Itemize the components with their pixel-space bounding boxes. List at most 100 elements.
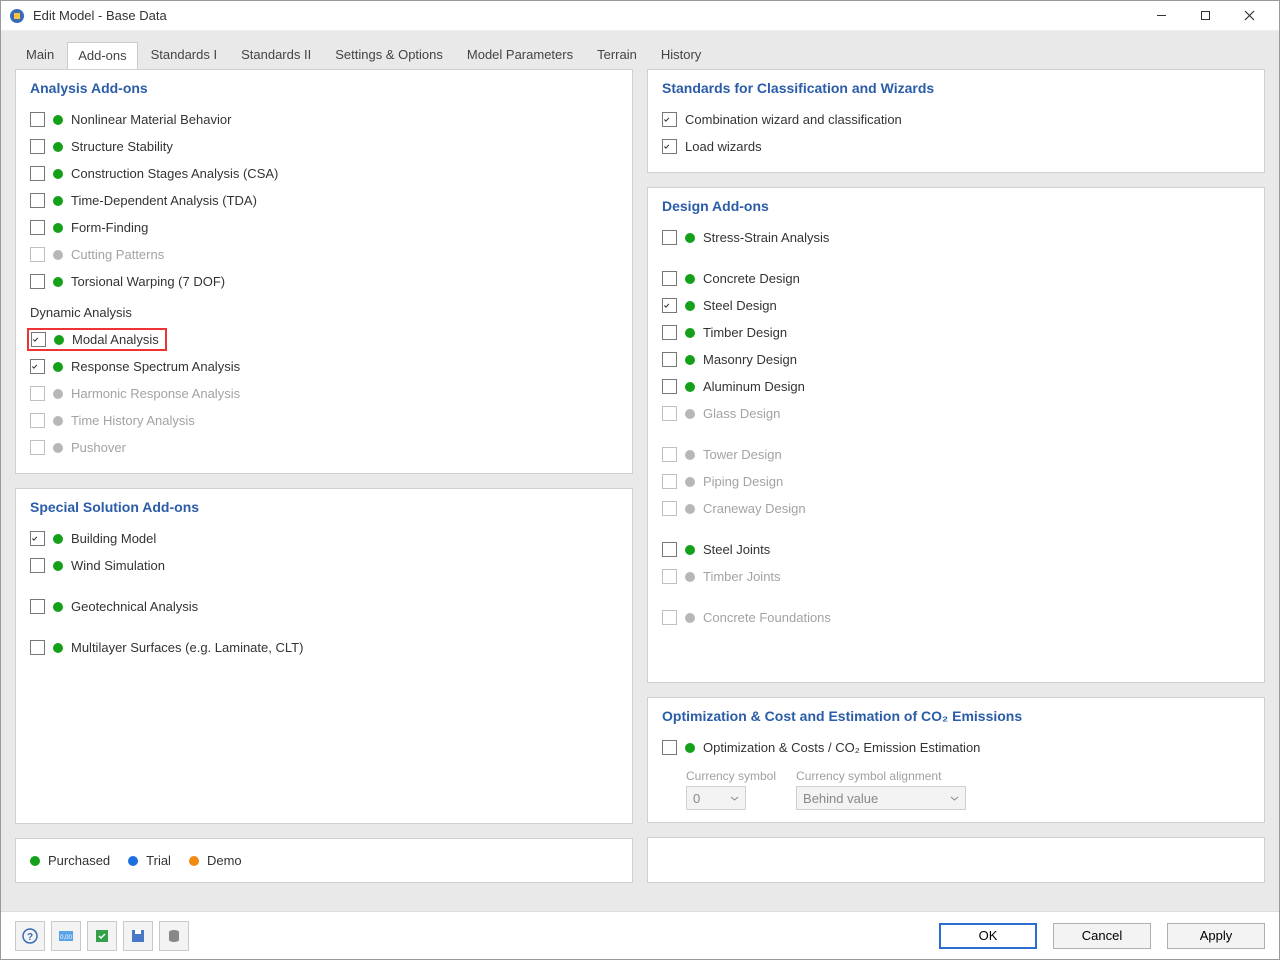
option-building-model[interactable]: Building Model: [30, 525, 618, 552]
option-nonlinear-material-behavior[interactable]: Nonlinear Material Behavior: [30, 106, 618, 133]
checkbox[interactable]: [662, 271, 677, 286]
status-dot-icon: [53, 416, 63, 426]
left-column: Analysis Add-ons Nonlinear Material Beha…: [15, 69, 633, 911]
option-cutting-patterns: Cutting Patterns: [30, 241, 618, 268]
option-torsional-warping-7-dof-[interactable]: Torsional Warping (7 DOF): [30, 268, 618, 295]
checkbox[interactable]: [30, 193, 45, 208]
status-dot-icon: [53, 223, 63, 233]
tab-settings-options[interactable]: Settings & Options: [324, 41, 454, 68]
tabs: MainAdd-onsStandards IStandards IISettin…: [1, 43, 1279, 69]
option-multilayer-surfaces-e-g-laminate-clt-[interactable]: Multilayer Surfaces (e.g. Laminate, CLT): [30, 634, 618, 661]
currency-symbol-select[interactable]: 0: [686, 786, 746, 810]
status-dot-icon: [53, 142, 63, 152]
tab-standards-ii[interactable]: Standards II: [230, 41, 322, 68]
checkbox[interactable]: [30, 640, 45, 655]
ok-button[interactable]: OK: [939, 923, 1037, 949]
cancel-button[interactable]: Cancel: [1053, 923, 1151, 949]
option-geotechnical-analysis[interactable]: Geotechnical Analysis: [30, 593, 618, 620]
checkbox[interactable]: [30, 220, 45, 235]
chevron-down-icon: [950, 794, 959, 803]
option-label: Harmonic Response Analysis: [71, 386, 240, 401]
option-masonry-design[interactable]: Masonry Design: [662, 346, 1250, 373]
option-steel-design[interactable]: Steel Design: [662, 292, 1250, 319]
panel-special-solution: Special Solution Add-ons Building ModelW…: [15, 488, 633, 824]
option-time-dependent-analysis-tda-[interactable]: Time-Dependent Analysis (TDA): [30, 187, 618, 214]
save-button[interactable]: [123, 921, 153, 951]
option-tower-design: Tower Design: [662, 441, 1250, 468]
checkbox[interactable]: [662, 325, 677, 340]
currency-alignment-select[interactable]: Behind value: [796, 786, 966, 810]
checkbox[interactable]: [30, 274, 45, 289]
option-combination-wizard-and-classification[interactable]: Combination wizard and classification: [662, 106, 1250, 133]
window-buttons: [1139, 1, 1271, 31]
highlight-box: Modal Analysis: [27, 328, 167, 351]
checkbox: [662, 610, 677, 625]
maximize-button[interactable]: [1183, 1, 1227, 31]
status-dot-icon: [53, 643, 63, 653]
option-form-finding[interactable]: Form-Finding: [30, 214, 618, 241]
option-craneway-design: Craneway Design: [662, 495, 1250, 522]
checkbox[interactable]: [662, 740, 677, 755]
tab-add-ons[interactable]: Add-ons: [67, 42, 137, 69]
svg-text:0,00: 0,00: [60, 935, 72, 941]
option-wind-simulation[interactable]: Wind Simulation: [30, 552, 618, 579]
dot-icon: [189, 856, 199, 866]
apply-button[interactable]: Apply: [1167, 923, 1265, 949]
db-button[interactable]: [159, 921, 189, 951]
checkbox: [662, 474, 677, 489]
tab-main[interactable]: Main: [15, 41, 65, 68]
option-timber-joints: Timber Joints: [662, 563, 1250, 590]
panel-title: Design Add-ons: [662, 198, 1250, 214]
checkbox[interactable]: [30, 166, 45, 181]
option-response-spectrum-analysis[interactable]: Response Spectrum Analysis: [30, 353, 618, 380]
status-dot-icon: [685, 382, 695, 392]
tab-terrain[interactable]: Terrain: [586, 41, 648, 68]
option-concrete-design[interactable]: Concrete Design: [662, 265, 1250, 292]
status-dot-icon: [685, 743, 695, 753]
close-button[interactable]: [1227, 1, 1271, 31]
panel-analysis-addons: Analysis Add-ons Nonlinear Material Beha…: [15, 69, 633, 474]
script-button[interactable]: [87, 921, 117, 951]
checkbox[interactable]: [662, 542, 677, 557]
option-construction-stages-analysis-csa-[interactable]: Construction Stages Analysis (CSA): [30, 160, 618, 187]
option-label: Combination wizard and classification: [685, 112, 902, 127]
checkbox[interactable]: [30, 599, 45, 614]
checkbox[interactable]: [662, 112, 677, 127]
units-button[interactable]: 0,00: [51, 921, 81, 951]
help-button[interactable]: ?: [15, 921, 45, 951]
status-dot-icon: [685, 613, 695, 623]
option-modal-analysis[interactable]: Modal Analysis: [30, 326, 618, 353]
option-pushover: Pushover: [30, 434, 618, 461]
tab-standards-i[interactable]: Standards I: [140, 41, 229, 68]
checkbox[interactable]: [662, 298, 677, 313]
tab-history[interactable]: History: [650, 41, 712, 68]
checkbox[interactable]: [662, 139, 677, 154]
option-aluminum-design[interactable]: Aluminum Design: [662, 373, 1250, 400]
option-label: Masonry Design: [703, 352, 797, 367]
checkbox[interactable]: [662, 352, 677, 367]
status-dot-icon: [53, 169, 63, 179]
chevron-down-icon: [730, 794, 739, 803]
option-timber-design[interactable]: Timber Design: [662, 319, 1250, 346]
option-stress-strain-analysis[interactable]: Stress-Strain Analysis: [662, 224, 1250, 251]
option-load-wizards[interactable]: Load wizards: [662, 133, 1250, 160]
status-dot-icon: [53, 277, 63, 287]
checkbox[interactable]: [30, 558, 45, 573]
option-label: Modal Analysis: [72, 332, 159, 347]
checkbox[interactable]: [30, 359, 45, 374]
option-structure-stability[interactable]: Structure Stability: [30, 133, 618, 160]
checkbox[interactable]: [31, 332, 46, 347]
checkbox[interactable]: [30, 139, 45, 154]
checkbox[interactable]: [30, 112, 45, 127]
checkbox[interactable]: [662, 379, 677, 394]
option-optimization-costs-co-emission-estimation[interactable]: Optimization & Costs / CO₂ Emission Esti…: [662, 734, 1250, 761]
minimize-button[interactable]: [1139, 1, 1183, 31]
legend-panel: Purchased Trial Demo: [15, 838, 633, 883]
status-dot-icon: [685, 233, 695, 243]
right-column: Standards for Classification and Wizards…: [647, 69, 1265, 911]
checkbox[interactable]: [30, 531, 45, 546]
option-label: Stress-Strain Analysis: [703, 230, 829, 245]
option-steel-joints[interactable]: Steel Joints: [662, 536, 1250, 563]
tab-model-parameters[interactable]: Model Parameters: [456, 41, 584, 68]
checkbox[interactable]: [662, 230, 677, 245]
